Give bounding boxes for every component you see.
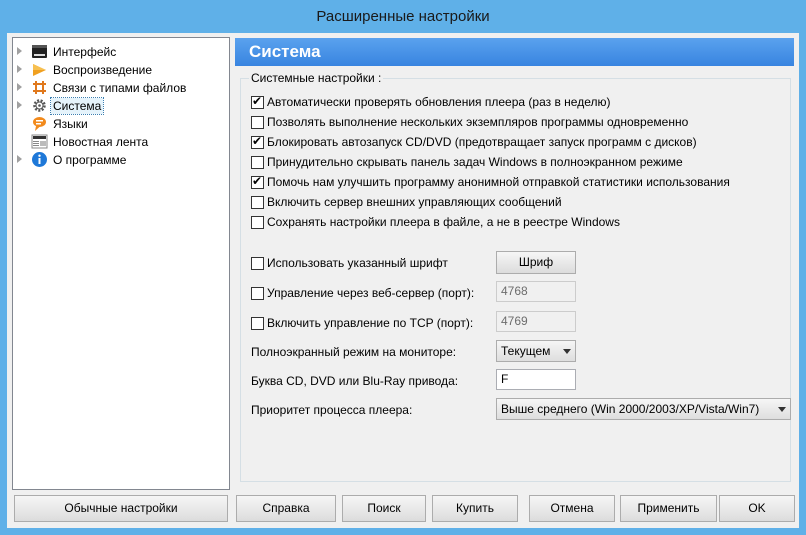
expand-arrow-icon[interactable] [17,155,22,163]
tree-item-label: О программе [53,153,127,167]
web-port-field[interactable]: 4768 [496,281,576,302]
checkbox-label: Позволять выполнение нескольких экземпля… [267,115,689,129]
drive-letter-field[interactable]: F [496,369,576,390]
section-header: Система [235,38,794,66]
checkbox-label: Использовать указанный шрифт [267,256,448,270]
chevron-down-icon [563,349,571,354]
checkbox[interactable] [251,216,264,229]
checkbox-label: Включить управление по TCP (порт): [267,316,474,330]
apply-button[interactable]: Применить [620,495,717,522]
window-title: Расширенные настройки [316,8,490,25]
gear-icon [33,99,46,112]
file-association-icon [33,81,46,94]
monitor-select[interactable]: Текущем [496,340,576,362]
interface-icon [32,45,47,58]
tree-item-label: Воспроизведение [53,63,153,77]
ok-button[interactable]: OK [719,495,795,522]
checkbox-label: Включить сервер внешних управляющих сооб… [267,195,562,209]
checkbox-label: Принудительно скрывать панель задач Wind… [267,155,683,169]
tree-item-label: Система [49,97,105,115]
settings-window: Расширенные настройки Интерфейс Воспроиз… [0,0,806,535]
tree-item-news[interactable]: Новостная лента [13,133,229,151]
tree-item-label: Языки [53,117,88,131]
checkbox-label: Сохранять настройки плеера в файле, а не… [267,215,620,229]
checkbox[interactable] [251,196,264,209]
settings-panel: Системные настройки : Автоматически пров… [235,66,794,488]
priority-select-value: Выше среднего (Win 2000/2003/XP/Vista/Wi… [501,402,760,416]
section-title: Система [249,42,321,61]
expand-arrow-icon[interactable] [17,65,22,73]
buy-button[interactable]: Купить [432,495,518,522]
settings-tree: Интерфейс Воспроизведение Связи с типами… [12,37,230,490]
font-button[interactable]: Шриф [496,251,576,274]
play-icon [33,64,46,76]
tree-item-languages[interactable]: Языки [13,115,229,133]
news-icon [31,134,48,149]
group-label: Системные настройки : [249,71,384,85]
priority-select[interactable]: Выше среднего (Win 2000/2003/XP/Vista/Wi… [496,398,791,420]
tree-item-about[interactable]: О программе [13,151,229,169]
window-client: Интерфейс Воспроизведение Связи с типами… [7,33,799,528]
monitor-select-value: Текущем [501,344,551,358]
monitor-label: Полноэкранный режим на мониторе: [251,345,457,359]
checkbox[interactable] [251,174,264,189]
tree-item-label: Интерфейс [53,45,117,59]
search-button[interactable]: Поиск [342,495,426,522]
checkbox[interactable] [251,257,264,270]
checkbox-label: Помочь нам улучшить программу анонимной … [267,175,730,189]
tree-item-interface[interactable]: Интерфейс [13,43,229,61]
help-button[interactable]: Справка [236,495,336,522]
basic-settings-button[interactable]: Обычные настройки [14,495,228,522]
expand-arrow-icon[interactable] [17,47,22,55]
expand-arrow-icon[interactable] [17,101,22,109]
chevron-down-icon [778,407,786,412]
expand-arrow-icon[interactable] [17,83,22,91]
checkbox-label: Автоматически проверять обновления плеер… [267,95,611,109]
tree-item-file-associations[interactable]: Связи с типами файлов [13,79,229,97]
checkbox-label: Блокировать автозапуск CD/DVD (предотвра… [267,135,697,149]
checkbox-label: Управление через веб-сервер (порт): [267,286,475,300]
tree-item-playback[interactable]: Воспроизведение [13,61,229,79]
language-icon [33,117,46,131]
checkbox[interactable] [251,156,264,169]
checkbox[interactable] [251,116,264,129]
tree-item-label: Новостная лента [53,135,149,149]
tree-item-label: Связи с типами файлов [53,81,187,95]
checkbox[interactable] [251,134,264,149]
checkbox[interactable] [251,287,264,300]
info-icon [32,152,47,167]
checkbox[interactable] [251,317,264,330]
tree-item-system[interactable]: Система [13,97,229,115]
tcp-port-field[interactable]: 4769 [496,311,576,332]
cancel-button[interactable]: Отмена [529,495,615,522]
title-bar[interactable]: Расширенные настройки [1,1,805,33]
drive-label: Буква CD, DVD или Blu-Ray привода: [251,374,459,388]
priority-label: Приоритет процесса плеера: [251,403,413,417]
checkbox[interactable] [251,94,264,109]
system-settings-group: Системные настройки : Автоматически пров… [240,71,791,482]
